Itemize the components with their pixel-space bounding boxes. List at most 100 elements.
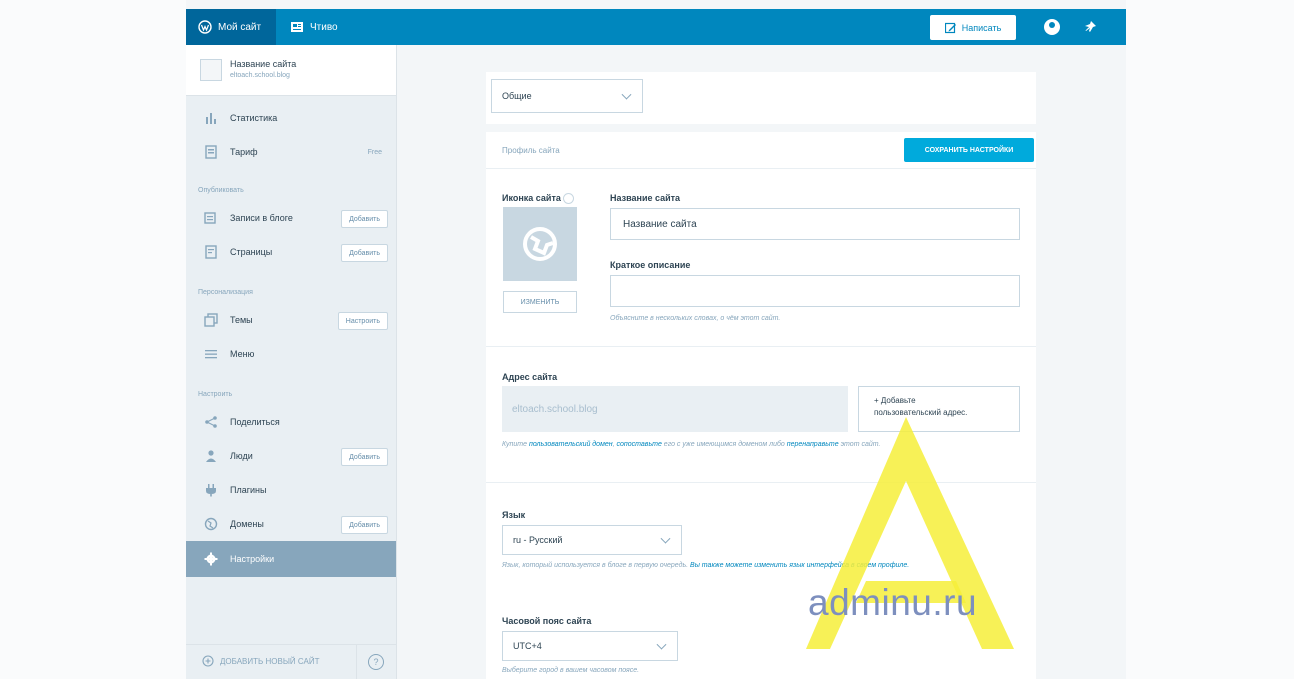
sidebar-item-label: Записи в блоге (230, 213, 293, 223)
reader-label: Чтиво (310, 21, 338, 33)
sidebar-item-settings[interactable]: Настройки (186, 541, 396, 577)
site-url: eltoach.school.blog (230, 72, 290, 79)
watermark-text: adminu.ru (808, 582, 978, 623)
notifications-icon[interactable] (1082, 19, 1098, 35)
sidebar-item-pages[interactable]: Страницы Добавить (186, 235, 396, 269)
my-site-button[interactable]: Мой сайт (186, 9, 276, 45)
sidebar-item-plugins[interactable]: Плагины (186, 473, 396, 507)
customize-button[interactable]: Настроить (337, 312, 388, 330)
info-icon[interactable] (563, 193, 575, 205)
my-site-label: Мой сайт (218, 21, 262, 33)
section-select[interactable]: Общие (491, 79, 643, 113)
timezone-hint: Выберите город в вашем часовом поясе. (502, 667, 640, 674)
address-field: eltoach.school.blog (502, 386, 848, 432)
add-page-button[interactable]: Добавить (341, 244, 388, 262)
sidebar-item-domains[interactable]: Домены Добавить (186, 507, 396, 541)
footer-divider (356, 645, 357, 679)
section-heading-configure: Настроить (198, 391, 233, 398)
write-button[interactable]: Написать (930, 15, 1016, 40)
language-label: Язык (502, 510, 526, 520)
help-icon[interactable]: ? (368, 654, 384, 670)
address-label: Адрес сайта (502, 372, 558, 382)
sidebar-item-themes[interactable]: Темы Настроить (186, 303, 396, 337)
globe-icon (204, 517, 218, 531)
chevron-down-icon (660, 533, 671, 544)
save-settings-button[interactable]: СОХРАНИТЬ НАСТРОЙКИ (904, 138, 1034, 162)
section-nav-card: Общие (486, 72, 1036, 124)
themes-icon (204, 313, 218, 327)
plugins-icon (206, 484, 216, 497)
posts-icon (204, 212, 216, 224)
site-icon-label: Иконка сайта (502, 193, 575, 205)
sidebar-item-label: Поделиться (230, 417, 280, 427)
sidebar-item-stats[interactable]: Статистика (186, 101, 396, 135)
page-margin-right (1126, 0, 1294, 679)
sidebar: Название сайта eltoach.school.blog Стати… (186, 45, 397, 679)
timezone-value: UTC+4 (513, 641, 542, 651)
site-placeholder-icon (200, 59, 222, 81)
gear-icon (204, 552, 218, 566)
site-icon-preview (503, 207, 577, 281)
header-divider (486, 168, 1036, 169)
sidebar-item-menus[interactable]: Меню (186, 337, 396, 371)
sidebar-item-sharing[interactable]: Поделиться (186, 405, 396, 439)
chevron-down-icon (656, 639, 667, 650)
timezone-label: Часовой пояс сайта (502, 616, 592, 626)
app-window: Мой сайт Чтиво Написать Название сайта e… (186, 9, 1126, 679)
reader-button[interactable]: Чтиво (282, 9, 338, 45)
stats-icon (206, 113, 216, 124)
profile-header: Профиль сайта (502, 146, 560, 155)
masterbar: Мой сайт Чтиво Написать (186, 9, 1126, 45)
sidebar-item-label: Домены (230, 519, 264, 529)
map-domain-link[interactable]: сопоставьте (617, 441, 662, 448)
change-icon-button[interactable]: ИЗМЕНИТЬ (503, 291, 577, 313)
custom-domain-link[interactable]: пользовательский домен (529, 441, 613, 448)
add-domain-button[interactable]: Добавить (341, 516, 388, 534)
sidebar-footer: ДОБАВИТЬ НОВЫЙ САЙТ ? (186, 644, 396, 679)
timezone-select[interactable]: UTC+4 (502, 631, 678, 661)
tagline-input[interactable] (610, 275, 1020, 307)
tagline-hint: Объясните в нескольких словах, о чём это… (610, 315, 781, 322)
site-title-input[interactable]: Название сайта (610, 208, 1020, 240)
section-heading-publish: Опубликовать (198, 187, 244, 194)
wordpress-icon (198, 20, 212, 34)
section-heading-personalize: Персонализация (198, 289, 253, 296)
reader-icon (291, 22, 303, 32)
section-divider (486, 346, 1036, 347)
add-post-button[interactable]: Добавить (341, 210, 388, 228)
sidebar-item-plan[interactable]: Тариф Free (186, 135, 396, 169)
globe-placeholder-icon (523, 227, 557, 261)
add-new-site-button[interactable]: ДОБАВИТЬ НОВЫЙ САЙТ (202, 655, 319, 667)
plan-icon (205, 145, 217, 159)
sidebar-item-label: Меню (230, 349, 255, 359)
plan-value: Free (367, 148, 382, 156)
write-label: Написать (961, 22, 1002, 33)
language-value: ru - Русский (513, 535, 563, 545)
avatar[interactable] (1044, 19, 1060, 35)
add-new-site-label: ДОБАВИТЬ НОВЫЙ САЙТ (220, 656, 320, 666)
share-icon (205, 416, 217, 428)
sidebar-item-label: Темы (230, 315, 253, 325)
site-name: Название сайта (230, 59, 297, 69)
add-address-line1: + Добавьте (874, 396, 916, 405)
sidebar-item-posts[interactable]: Записи в блоге Добавить (186, 201, 396, 235)
plus-circle-icon (202, 655, 214, 667)
menus-icon (205, 350, 217, 359)
current-site-card[interactable]: Название сайта eltoach.school.blog (186, 45, 396, 96)
section-select-value: Общие (502, 91, 532, 101)
sidebar-item-people[interactable]: Люди Добавить (186, 439, 396, 473)
sidebar-item-label: Страницы (230, 247, 273, 257)
sidebar-item-label: Тариф (230, 147, 258, 157)
sidebar-item-label: Люди (230, 451, 253, 461)
sidebar-item-label: Настройки (230, 554, 275, 564)
people-icon (206, 450, 216, 462)
language-select[interactable]: ru - Русский (502, 525, 682, 555)
add-people-button[interactable]: Добавить (341, 448, 388, 466)
chevron-down-icon (621, 89, 632, 100)
sidebar-item-label: Статистика (230, 113, 278, 123)
sidebar-item-label: Плагины (230, 485, 267, 495)
pages-icon (205, 245, 217, 259)
site-title-label: Название сайта (610, 193, 681, 203)
tagline-label: Краткое описание (610, 260, 691, 270)
pencil-icon (944, 22, 956, 33)
